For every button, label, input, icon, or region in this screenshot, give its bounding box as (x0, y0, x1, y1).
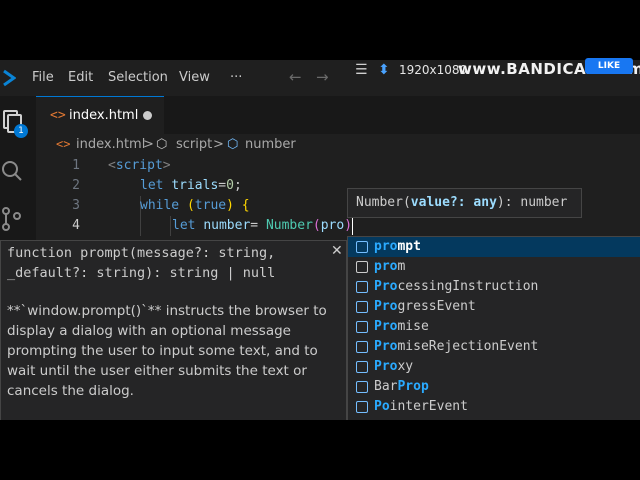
breadcrumb-symbol[interactable]: number (245, 137, 296, 152)
menu-file[interactable]: File (32, 70, 54, 85)
line-number: 3 (72, 198, 80, 213)
suggestion-item[interactable]: ProcessingInstruction (348, 277, 640, 297)
doc-signature: function prompt(message?: string, _defau… (7, 245, 276, 281)
suggestion-item[interactable]: prom (348, 257, 640, 277)
search-icon[interactable] (0, 158, 24, 184)
text-cursor (352, 218, 353, 235)
tab-index-html[interactable]: <> index.html (36, 96, 164, 135)
code-line-3: while (true) { (140, 198, 250, 213)
vscode-logo-icon (3, 69, 16, 87)
class-icon (356, 341, 368, 353)
class-icon (356, 381, 368, 393)
menu-selection[interactable]: Selection (108, 70, 168, 85)
breadcrumb: <> index.html > ⬡ script > ⬡ number (36, 134, 640, 156)
suggestion-label: prom (374, 259, 406, 274)
suggestion-label: PointerEvent (374, 399, 468, 414)
code-line-4: let number= Number(pro) (172, 218, 353, 233)
tab-label: index.html (69, 108, 139, 123)
indent-guide (170, 216, 171, 236)
breadcrumb-file[interactable]: index.html (76, 137, 145, 152)
suggestion-list: prompt prom ProcessingInstruction ProgressE… (347, 236, 640, 422)
menu-lines-icon: ☰ (355, 62, 368, 78)
breadcrumb-separator: > (213, 137, 224, 152)
breadcrumb-script[interactable]: script (176, 137, 212, 152)
suggestion-label: ProcessingInstruction (374, 279, 539, 294)
forward-arrow-icon[interactable]: → (316, 68, 329, 86)
menu-edit[interactable]: Edit (68, 70, 93, 85)
unsaved-dot-icon[interactable] (143, 111, 152, 120)
variable-icon: ⬡ (227, 137, 239, 152)
tab-bar: <> index.html (36, 96, 640, 135)
suggestion-details: function prompt(message?: string, _defau… (0, 240, 347, 422)
suggestion-item[interactable]: BarProp (348, 377, 640, 397)
suggestion-label: PromiseRejectionEvent (374, 339, 539, 354)
class-icon (356, 361, 368, 373)
suggestion-item[interactable]: PointerEvent (348, 397, 640, 417)
html-file-icon: <> (50, 108, 66, 123)
class-icon (356, 281, 368, 293)
menu-more[interactable]: ··· (230, 70, 242, 85)
letterbox-bottom (0, 420, 640, 480)
suggestion-label: Promise (374, 319, 429, 334)
suggestion-item[interactable]: PromiseRejectionEvent (348, 337, 640, 357)
source-control-icon[interactable] (0, 206, 24, 232)
pin-icon: ⬍ (378, 62, 390, 78)
menu-view[interactable]: View (179, 70, 210, 85)
doc-description: **`window.prompt()`** instructs the brow… (7, 303, 327, 399)
class-icon (356, 321, 368, 333)
code-line-2: let trials=0; (140, 178, 242, 193)
text-icon (356, 261, 368, 273)
class-icon (356, 401, 368, 413)
breadcrumb-separator: > (143, 137, 154, 152)
signature-help: Number(value?: any): number (347, 188, 582, 218)
suggestion-item[interactable]: prompt (348, 237, 640, 257)
element-icon: ⬡ (156, 137, 168, 152)
suggestion-label: Proxy (374, 359, 414, 374)
class-icon (356, 301, 368, 313)
explorer-badge: 1 (14, 124, 28, 138)
close-icon[interactable]: ✕ (331, 243, 343, 259)
recording-resolution: 1920x1080 (399, 63, 468, 77)
html-file-icon: <> (56, 137, 71, 151)
back-arrow-icon[interactable]: ← (289, 68, 302, 86)
suggestion-label: prompt (374, 239, 421, 254)
line-number: 1 (72, 158, 80, 173)
suggestion-label: BarProp (374, 379, 429, 394)
suggestion-item[interactable]: Promise (348, 317, 640, 337)
line-number-active: 4 (72, 218, 80, 233)
line-number: 2 (72, 178, 80, 193)
suggestion-item[interactable]: ProgressEvent (348, 297, 640, 317)
method-icon (356, 241, 368, 253)
suggestion-item[interactable]: Proxy (348, 357, 640, 377)
code-line-1: <script> (108, 158, 171, 173)
suggestion-label: ProgressEvent (374, 299, 476, 314)
like-button[interactable]: LIKE (585, 58, 633, 74)
